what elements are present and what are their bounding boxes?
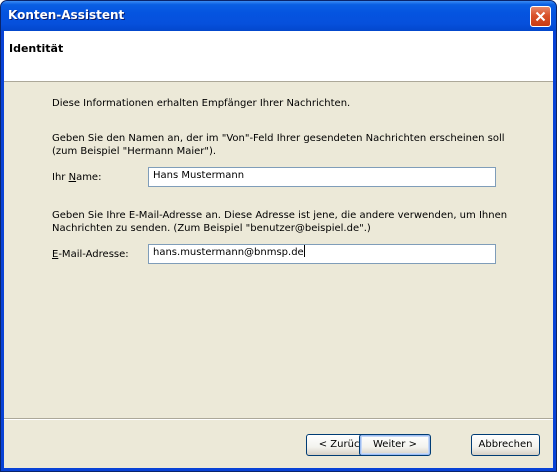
title-bar[interactable]: Konten-Assistent (1, 1, 556, 31)
cancel-button[interactable]: Abbrechen (471, 434, 540, 456)
page-title: Identität (9, 42, 64, 55)
name-label: Ihr Name: (52, 171, 101, 184)
name-label-prefix: Ihr (52, 172, 69, 183)
close-icon (535, 11, 546, 22)
email-instruction-line1: Geben Sie Ihre E-Mail-Adresse an. Diese … (52, 210, 508, 221)
name-label-accelerator: N (68, 172, 77, 183)
name-label-suffix: ame: (76, 172, 102, 183)
email-instruction-line2: Nachrichten zu senden. (Zum Beispiel "be… (52, 223, 371, 234)
text-caret (303, 245, 305, 257)
next-button[interactable]: Weiter > (359, 434, 431, 456)
intro-text: Diese Informationen erhalten Empfänger I… (52, 98, 351, 109)
email-label: E-Mail-Adresse: (52, 248, 129, 261)
dialog-body: Identität Diese Informationen erhalten E… (4, 31, 553, 468)
name-input[interactable]: Hans Mustermann (148, 167, 496, 187)
name-instruction-line2: (zum Beispiel "Hermann Maier"). (52, 146, 217, 157)
email-label-suffix: -Mail-Adresse: (58, 249, 129, 260)
button-separator (4, 418, 553, 420)
name-instruction-line1: Geben Sie den Namen an, der im "Von"-Fel… (52, 133, 505, 144)
wizard-window: Konten-Assistent Identität Diese Informa… (0, 0, 557, 472)
email-input[interactable]: hans.mustermann@bnmsp.de (148, 244, 496, 264)
name-input-value: Hans Mustermann (153, 170, 245, 181)
close-button[interactable] (530, 6, 551, 27)
email-input-value: hans.mustermann@bnmsp.de (153, 247, 304, 258)
page-header: Identität (4, 31, 553, 82)
window-title: Konten-Assistent (8, 8, 125, 22)
